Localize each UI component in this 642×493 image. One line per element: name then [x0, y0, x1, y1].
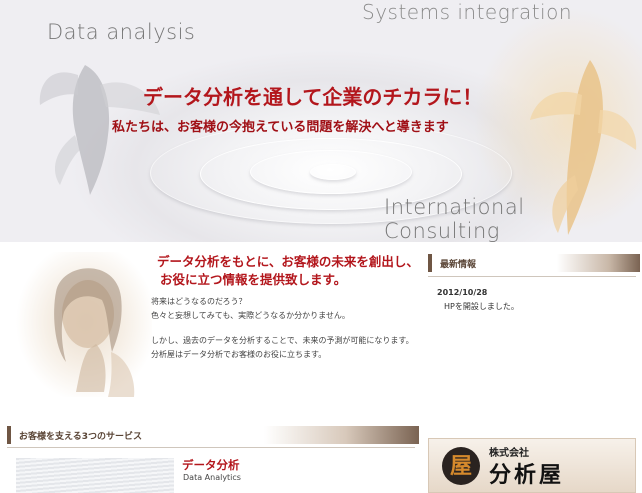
services-section-header: お客様を支える3つのサービス	[7, 426, 419, 444]
intro-paragraph: しかし、過去のデータを分析することで、未来の予測が可能になります。 分析屋はデー…	[151, 334, 421, 362]
company-logo-icon: 屋	[442, 447, 480, 485]
hero-word-systems-integration: Systems integration	[362, 0, 573, 24]
service-subtitle: Data Analytics	[183, 473, 241, 482]
intro-line: 分析屋はデータ分析でお客様のお役に立ちます。	[151, 350, 327, 359]
news-section-header: 最新情報	[428, 254, 640, 272]
intro-heading-line2: お役に立つ情報を提供致します。	[160, 272, 347, 287]
services-divider	[7, 447, 415, 448]
thinking-woman-photo	[16, 252, 152, 397]
news-heading: 最新情報	[440, 260, 477, 270]
intro-heading-line1: データ分析をもとに、お客様の未来を創出し、	[157, 254, 419, 269]
data-analytics-thumbnail[interactable]	[16, 458, 174, 493]
hero-banner: Data analysis Systems integration Intern…	[0, 0, 642, 242]
company-banner[interactable]: 屋 株式会社 分析屋	[428, 438, 636, 493]
intro-heading: データ分析をもとに、お客様の未来を創出し、 お役に立つ情報を提供致します。	[157, 253, 419, 289]
service-title-data-analytics[interactable]: データ分析	[182, 457, 240, 473]
intro-line: 将来はどうなるのだろう？	[151, 297, 247, 306]
water-ripple	[310, 164, 356, 180]
hero-word-data-analysis: Data analysis	[47, 20, 196, 44]
hero-word-international-consulting: International Consulting	[384, 195, 525, 242]
intro-line: しかし、過去のデータを分析することで、未来の予測が可能になります。	[151, 336, 414, 345]
news-item-link[interactable]: HPを開設しました。	[444, 301, 519, 312]
news-date: 2012/10/28	[437, 288, 488, 297]
services-heading: お客様を支える3つのサービス	[19, 432, 142, 442]
hero-title: データ分析を通して企業のチカラに！	[143, 85, 483, 109]
company-name: 分析屋	[489, 462, 565, 488]
intro-line: 色々と妄想してみても、実際どうなるか分かりません。	[151, 311, 350, 320]
intro-paragraph: 将来はどうなるのだろう？ 色々と妄想してみても、実際どうなるか分かりません。	[151, 295, 421, 323]
hero-subtitle: 私たちは、お客様の今抱えている問題を解決へと導きます	[112, 120, 449, 135]
news-divider	[428, 276, 636, 277]
